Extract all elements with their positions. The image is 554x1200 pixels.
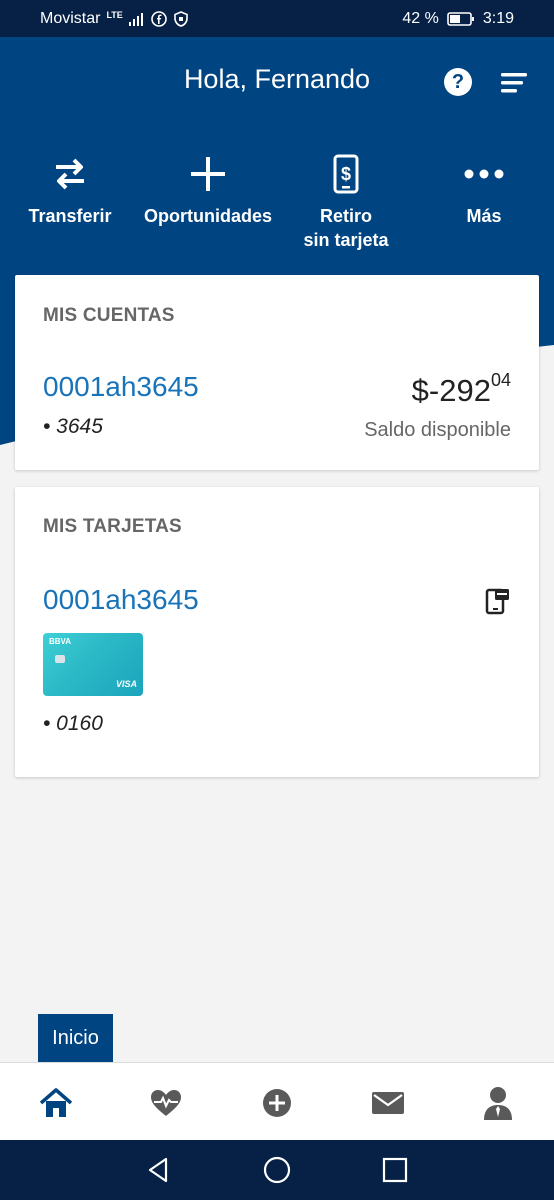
menu-lines-icon	[501, 73, 527, 93]
status-bar: Movistar LTE 42 % 3:19	[0, 0, 554, 37]
nav-profile[interactable]	[478, 1085, 518, 1121]
battery-percent: 42 %	[402, 9, 439, 27]
add-circle-icon	[263, 1089, 291, 1117]
question-circle-icon: ?	[451, 71, 465, 93]
back-icon[interactable]	[144, 1155, 174, 1185]
help-button[interactable]: ?	[444, 68, 472, 96]
balance-label: Saldo disponible	[364, 419, 511, 441]
card-name[interactable]: 0001ah3645	[43, 584, 199, 616]
balance-cents: 04	[490, 369, 511, 390]
card-network: VISA	[115, 679, 137, 689]
svg-text:$: $	[341, 164, 351, 184]
card-chip	[55, 655, 65, 663]
tab-inicio[interactable]: Inicio	[38, 1014, 113, 1062]
bottom-nav	[0, 1062, 554, 1140]
mail-icon	[372, 1092, 404, 1114]
phone-dollar-icon: $	[333, 154, 359, 194]
battery-icon	[447, 11, 474, 26]
profile-icon	[484, 1087, 512, 1120]
action-label: Oportunidades	[143, 206, 272, 226]
mobile-card-icon[interactable]	[485, 587, 511, 615]
card-image: BBVA VISA	[43, 633, 143, 696]
plus-icon	[191, 157, 225, 191]
action-transferir[interactable]: Transferir	[0, 150, 140, 228]
cards-title: MIS TARJETAS	[43, 516, 182, 537]
recents-square-icon[interactable]	[380, 1155, 410, 1185]
balance-main: $-292	[411, 373, 491, 408]
nav-mail[interactable]	[368, 1085, 408, 1121]
action-oportunidades[interactable]: Oportunidades	[138, 150, 278, 228]
account-name[interactable]: 0001ah3645	[43, 371, 199, 403]
system-nav-bar	[0, 1140, 554, 1200]
shield-icon	[173, 10, 188, 27]
health-heart-icon	[151, 1090, 181, 1116]
carrier-name: Movistar	[40, 9, 101, 27]
action-label: Transferir	[28, 206, 112, 226]
transfer-arrows-icon	[56, 158, 84, 190]
action-label: Más	[466, 206, 502, 226]
nav-health[interactable]	[146, 1085, 186, 1121]
account-balance: $-29204	[411, 369, 511, 409]
clock: 3:19	[482, 9, 514, 27]
action-retiro-sin-tarjeta[interactable]: $ Retiro sin tarjeta	[276, 150, 416, 252]
action-label-line1: Retiro	[319, 206, 372, 226]
home-circle-icon[interactable]	[262, 1155, 292, 1185]
accounts-card[interactable]: MIS CUENTAS 0001ah3645 • 3645 $-29204 Sa…	[15, 275, 539, 470]
accounts-title: MIS CUENTAS	[43, 305, 175, 326]
action-mas[interactable]: Más	[414, 150, 554, 228]
card-number: • 0160	[43, 712, 103, 735]
nav-home[interactable]	[36, 1085, 76, 1121]
signal-icon	[128, 12, 143, 26]
quick-actions: Transferir Oportunidades $ Retiro sin ta…	[0, 150, 554, 260]
card-brand: BBVA	[49, 637, 72, 646]
action-label: Retiro sin tarjeta	[276, 204, 416, 252]
nav-add[interactable]	[257, 1085, 297, 1121]
more-dots-icon	[464, 169, 504, 179]
menu-button[interactable]	[501, 72, 529, 94]
action-label-line2: sin tarjeta	[303, 230, 389, 250]
facebook-icon	[150, 10, 167, 27]
network-type: LTE	[106, 9, 123, 20]
home-icon	[39, 1088, 73, 1117]
cards-card[interactable]: MIS TARJETAS 0001ah3645 BBVA VISA • 0160	[15, 487, 539, 777]
account-number: • 3645	[43, 415, 103, 438]
